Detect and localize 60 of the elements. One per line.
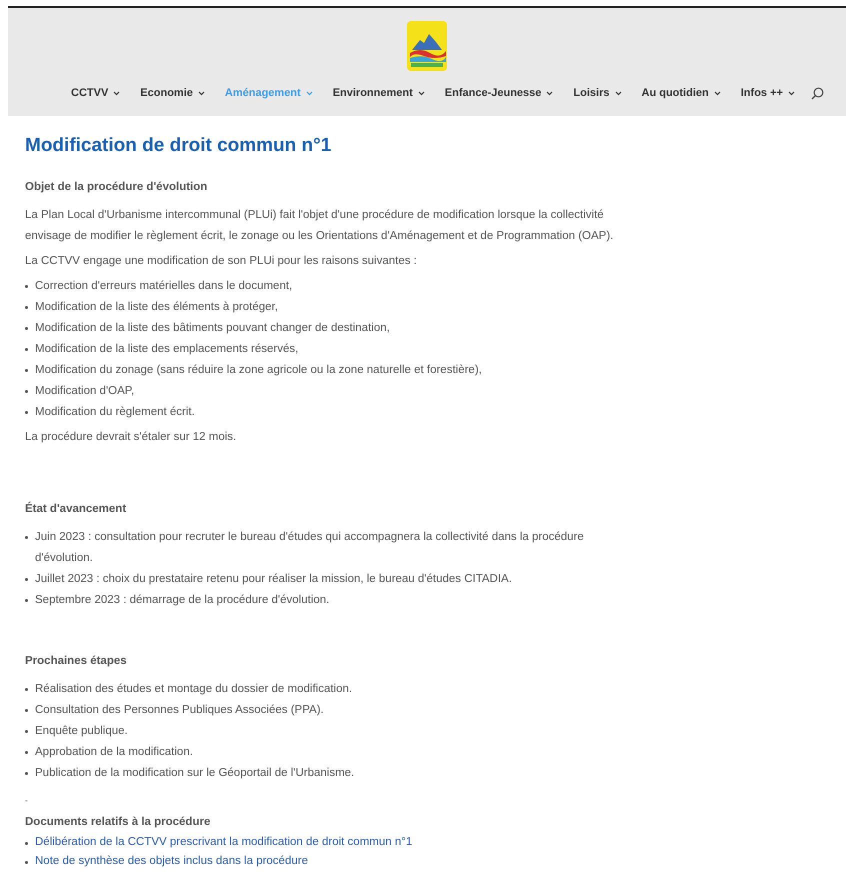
paragraph: La procédure devrait s'étaler sur 12 mois. <box>25 430 238 445</box>
list-item: Modification de la liste des bâtiments pouvant changer de destination, <box>35 321 390 336</box>
bullet-icon <box>25 411 28 414</box>
bullet-icon <box>25 751 28 754</box>
section-heading: État d'avancement <box>25 500 128 517</box>
nav-menu-item[interactable]: Environnement <box>328 85 429 102</box>
dash-mark: - <box>25 795 29 807</box>
bullet-icon <box>25 578 28 581</box>
page-title: Modification de droit commun n°1 <box>25 134 332 158</box>
bullet-icon <box>25 861 28 864</box>
bullet-icon <box>25 369 28 372</box>
list-item: Modification du zonage (sans réduire la zone agricole ou la zone naturelle et forestière), <box>35 363 482 378</box>
caret-icon <box>306 90 313 96</box>
list-item: Modification de la liste des emplacements réservés, <box>35 342 298 357</box>
section-heading: Documents relatifs à la procédure <box>25 815 212 830</box>
caret-icon <box>113 90 120 96</box>
bullet-icon <box>25 285 28 288</box>
caret-icon <box>418 90 425 96</box>
nav-menu-item[interactable]: Economie <box>136 85 209 102</box>
bullet-icon <box>25 709 28 712</box>
search-icon[interactable] <box>810 86 824 100</box>
caret-icon <box>546 90 554 96</box>
list-item: Publication de la modification sur le Géoportail de l'Urbanisme. <box>35 766 354 781</box>
list-item: Septembre 2023 : démarrage de la procédure d'évolution. <box>35 593 330 608</box>
nav-menu-item[interactable]: Enfance-Jeunesse <box>440 85 558 102</box>
caret-icon <box>198 90 205 96</box>
paragraph: La CCTVV engage une modification de son PLUi pour les raisons suivantes : <box>25 254 418 269</box>
bullet-icon <box>25 536 28 539</box>
document-link[interactable]: Délibération de la CCTVV prescrivant la modification de droit commun n°1 <box>35 833 412 852</box>
list-item: Réalisation des études et montage du dossier de modification. <box>35 682 352 697</box>
bullet-icon <box>25 327 28 330</box>
list-item: Approbation de la modification. <box>35 745 193 760</box>
nav-menu-item[interactable]: CCTVV <box>67 85 124 102</box>
bullet-icon <box>25 390 28 393</box>
list-item: Consultation des Personnes Publiques Associées (PPA). <box>35 703 324 718</box>
bullet-icon <box>25 772 28 775</box>
list-item: Modification d'OAP, <box>35 384 134 399</box>
caret-icon <box>614 90 622 96</box>
list-item: Modification du règlement écrit. <box>35 405 195 420</box>
list-item: Correction d'erreurs matérielles dans le document, <box>35 279 292 294</box>
bullet-icon <box>25 348 28 351</box>
nav-menu-item[interactable]: Au quotidien <box>638 85 725 102</box>
list-item: Enquête publique. <box>35 724 128 739</box>
logo[interactable] <box>406 20 448 72</box>
paragraph: La Plan Local d'Urbanisme intercommunal (PLUi) fait l'objet d'une procédure de modification lorsque la collectivité envisage de modifier le règlement écrit, le zonage ou les Orientations d'Aménagement et de Programmation (OAP). <box>25 208 614 244</box>
section-heading: Objet de la procédure d'évolution <box>25 180 208 195</box>
bullet-icon <box>25 842 28 845</box>
document-link[interactable]: Note de synthèse des objets inclus dans la procédure <box>35 852 308 871</box>
section-heading: Prochaines étapes <box>25 654 128 669</box>
bullet-icon <box>25 599 28 602</box>
nav-menu-item[interactable]: Loisirs <box>569 85 626 102</box>
bullet-icon <box>25 688 28 691</box>
caret-icon <box>788 90 795 96</box>
list-item: Juin 2023 : consultation pour recruter le bureau d'études qui accompagnera la collectivité dans la procédure d'évolution. <box>35 530 585 566</box>
nav-menu-item[interactable]: Infos ++ <box>736 85 799 102</box>
list-item: Modification de la liste des éléments à protéger, <box>35 300 278 315</box>
bullet-icon <box>25 306 28 309</box>
caret-icon <box>714 90 721 96</box>
list-item: Juillet 2023 : choix du prestataire retenu pour réaliser la mission, le bureau d'études CITADIA. <box>35 572 512 587</box>
bullet-icon <box>25 730 28 733</box>
